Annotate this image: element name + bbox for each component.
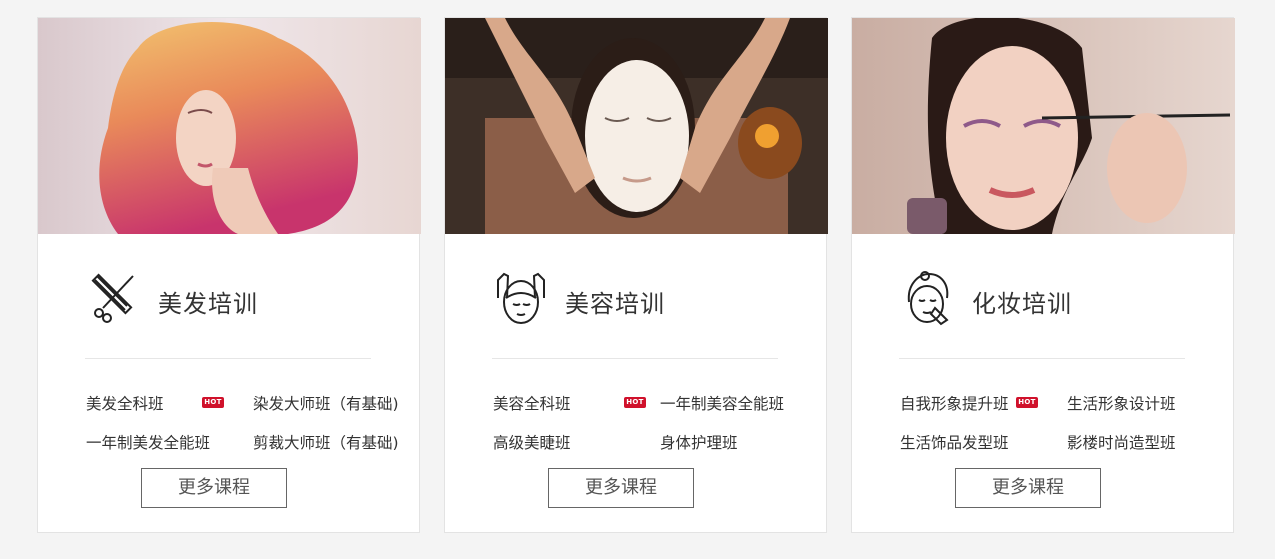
card-hair-training[interactable]: 美发培训 美发全科班 HOT 染发大师班（有基础) 一年制美发全能班 剪裁大师班…	[37, 17, 421, 533]
card-title: 美容培训	[565, 290, 665, 318]
card-header: 美容培训	[492, 268, 792, 328]
course-link[interactable]: 美容全科班	[493, 392, 571, 414]
card-makeup-training[interactable]: 化妆培训 自我形象提升班 HOT 生活形象设计班 生活饰品发型班 影楼时尚造型班…	[851, 17, 1235, 533]
course-link[interactable]: 生活形象设计班	[1067, 392, 1176, 414]
hair-photo[interactable]	[38, 18, 421, 234]
more-courses-button[interactable]: 更多课程	[955, 468, 1101, 508]
card-title: 化妆培训	[972, 290, 1072, 318]
course-link[interactable]: 身体护理班	[660, 431, 738, 453]
face-massage-icon	[497, 272, 545, 324]
course-link[interactable]: 染发大师班（有基础)	[253, 392, 399, 414]
divider	[492, 358, 778, 359]
card-header: 美发培训	[85, 268, 385, 328]
makeup-face-icon	[907, 271, 949, 326]
facial-photo[interactable]	[445, 18, 828, 234]
makeup-photo[interactable]	[852, 18, 1235, 234]
course-link[interactable]: 影楼时尚造型班	[1067, 431, 1176, 453]
divider	[899, 358, 1185, 359]
card-title: 美发培训	[158, 290, 258, 318]
hot-badge: HOT	[1016, 397, 1038, 408]
hot-badge: HOT	[624, 397, 646, 408]
divider	[85, 358, 371, 359]
hot-badge: HOT	[202, 397, 224, 408]
course-link[interactable]: 美发全科班	[86, 392, 164, 414]
card-beauty-training[interactable]: 美容培训 美容全科班 HOT 一年制美容全能班 高级美睫班 身体护理班 更多课程	[444, 17, 828, 533]
scissors-comb-icon	[91, 273, 134, 323]
course-link[interactable]: 自我形象提升班	[900, 392, 1009, 414]
more-courses-button[interactable]: 更多课程	[141, 468, 287, 508]
more-courses-button[interactable]: 更多课程	[548, 468, 694, 508]
course-link[interactable]: 一年制美容全能班	[660, 392, 784, 414]
course-link[interactable]: 高级美睫班	[493, 431, 571, 453]
card-header: 化妆培训	[899, 268, 1199, 328]
course-cards-section: 美发培训 美发全科班 HOT 染发大师班（有基础) 一年制美发全能班 剪裁大师班…	[0, 0, 1275, 559]
course-link[interactable]: 剪裁大师班（有基础)	[253, 431, 399, 453]
course-link[interactable]: 一年制美发全能班	[86, 431, 210, 453]
course-link[interactable]: 生活饰品发型班	[900, 431, 1009, 453]
